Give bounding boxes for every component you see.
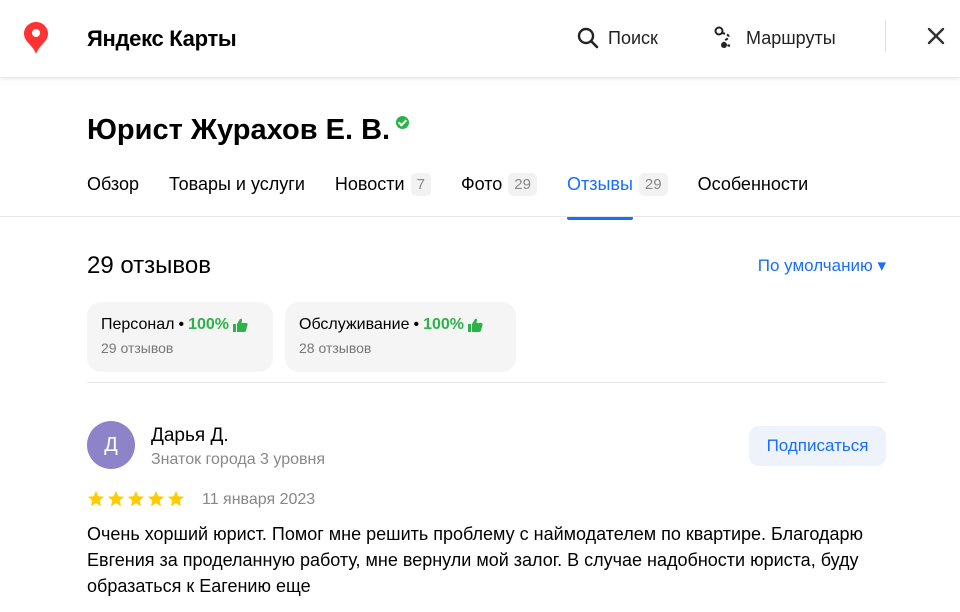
tab-goods-services[interactable]: Товары и услуги [169,170,305,198]
top-bar: Яндекс Карты Поиск Маршруты [0,0,960,77]
rating-stars [87,490,185,508]
thumbs-up-icon [232,318,248,332]
tab-label: Обзор [87,173,139,194]
review-author-level: Знаток города 3 уровня [151,451,326,468]
tab-label: Новости [334,173,405,194]
review-author-name[interactable]: Дарья Д. [151,425,229,447]
thumbs-up-icon [468,318,483,332]
tab-count-badge: 7 [410,172,431,196]
aspect-header: Персонал • 100% [101,316,259,334]
route-icon [714,26,731,48]
close-icon[interactable] [924,24,948,48]
star-icon [127,490,145,507]
star-icon [147,490,165,507]
search-button-label: Поиск [608,27,658,48]
tab-count-badge: 29 [638,172,668,196]
bullet-separator: • [178,316,185,333]
map-pin-logo-icon[interactable] [24,22,48,54]
verified-badge-icon [396,116,410,129]
subscribe-button[interactable]: Подписаться [749,426,886,466]
brand-logo[interactable]: Яндекс Карты [87,26,237,52]
organization-title: Юрист Журахов Е. В. [87,114,410,147]
star-icon [167,490,185,507]
aspect-percent: 100% [188,316,229,333]
aspect-name: Обслуживание [299,316,410,333]
bullet-separator: • [413,316,420,333]
star-icon [107,490,125,507]
tab-overview[interactable]: Обзор [87,170,139,198]
star-icon [87,490,105,507]
tab-reviews[interactable]: Отзывы 29 [566,170,668,220]
sort-dropdown[interactable]: По умолчанию ▾ [758,256,886,276]
organization-name: Юрист Журахов Е. В. [87,114,391,146]
review-text: Очень хорший юрист. Помог мне решить про… [87,524,863,596]
review-date: 11 января 2023 [202,491,316,508]
tab-label: Товары и услуги [169,173,305,194]
routes-button-label: Маршруты [746,27,836,48]
routes-button[interactable]: Маршруты [712,24,836,52]
tab-count-badge: 29 [508,172,537,196]
aspect-name: Персонал [101,316,175,333]
aspect-percent: 100% [423,316,465,333]
reviews-divider [87,382,886,383]
aspect-review-count: 29 отзывов [101,340,174,356]
aspect-review-count: 28 отзывов [299,340,372,356]
tab-label: Особенности [697,173,809,194]
aspect-card-service[interactable]: Обслуживание • 100% 28 отзывов [285,302,516,372]
tab-label: Отзывы [566,173,633,194]
avatar[interactable]: Д [87,421,135,469]
tabs-divider [0,216,960,217]
reviews-count-heading: 29 отзывов [87,252,212,279]
search-button[interactable]: Поиск [576,24,658,52]
header-divider [885,20,886,52]
tab-features[interactable]: Особенности [698,170,809,198]
search-icon [577,27,599,49]
tabs-bar: Обзор Товары и услуги Новости 7 Фото 29 … [87,170,809,220]
tab-label: Фото [460,173,503,194]
tab-photos[interactable]: Фото 29 [461,170,537,198]
aspect-header: Обслуживание • 100% [299,316,502,334]
aspect-card-staff[interactable]: Персонал • 100% 29 отзывов [87,302,273,372]
tab-news[interactable]: Новости 7 [335,170,431,198]
